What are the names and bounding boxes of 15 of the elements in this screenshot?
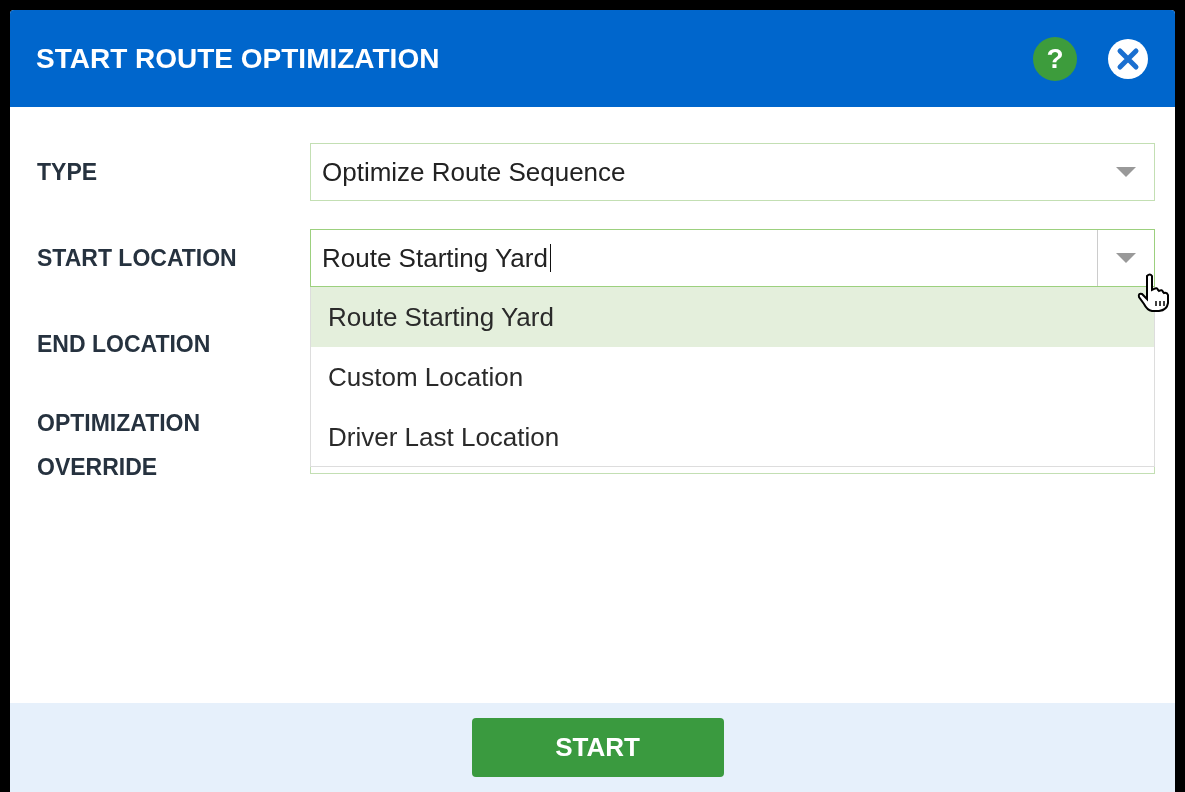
caret-icon[interactable] [1116, 253, 1136, 263]
dropdown-option[interactable]: Route Starting Yard [311, 287, 1154, 347]
field-label: END LOCATION [37, 330, 212, 359]
close-icon[interactable] [1107, 37, 1149, 80]
field-label: START LOCATION [37, 244, 238, 273]
field-label: OPTIMIZATION OVERRIDE [37, 409, 202, 482]
caret-icon[interactable] [1116, 167, 1136, 177]
dialog-title: START ROUTE OPTIMIZATION [36, 42, 441, 75]
select-field[interactable]: Optimize Route Sequence [310, 143, 1155, 201]
dropdown-option[interactable]: Driver Last Location [311, 407, 1154, 467]
dropdown-option[interactable]: Custom Location [311, 347, 1154, 407]
field-label: TYPE [37, 158, 99, 187]
start-button[interactable]: START [471, 718, 724, 777]
text-cursor [549, 244, 551, 272]
select-field[interactable]: Route Starting Yard [310, 229, 1155, 287]
